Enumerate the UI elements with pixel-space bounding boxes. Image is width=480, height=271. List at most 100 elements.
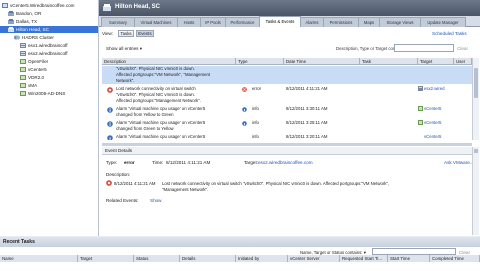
tree-item-dallas[interactable]: Dallas, TX (0, 18, 98, 25)
info-icon (242, 121, 247, 126)
tab-alarms[interactable]: Alarms (300, 17, 324, 27)
row-target-link[interactable]: vCenter5 (424, 120, 441, 126)
row-description-line: changed from Yellow to Green (116, 112, 174, 117)
row-datetime: 8/12/2011 3:20:11 AM (286, 134, 328, 139)
tasks-col-completed-time[interactable]: Completed Time (430, 255, 480, 262)
ask-vmware-link[interactable]: Ask VMware... (444, 160, 474, 165)
object-header: Hilton Head, SC (99, 0, 480, 16)
table-row[interactable]: Alarm 'Virtual machine cpu usage' on vCe… (102, 106, 472, 119)
table-row[interactable]: Alarm 'Virtual machine cpu usage' on vCe… (102, 134, 472, 140)
row-description-line: Affected portgroups:"VM Network", "Manag… (116, 72, 211, 77)
row-target-link[interactable]: vCenter5 (424, 134, 441, 140)
table-row[interactable]: Alarm 'Virtual machine cpu usage' on vCe… (102, 120, 472, 133)
tasks-col-start-time[interactable]: Start Time (388, 255, 430, 262)
col-target[interactable]: Target (418, 58, 454, 65)
vcenter-icon (2, 3, 8, 8)
row-description-line: "vSwitch0". Physical NIC vmnic0 is down. (116, 66, 195, 71)
row-target-link[interactable]: vCenter5 (424, 106, 441, 112)
row-target-link[interactable]: esx2.wired (424, 86, 445, 92)
tasks-col-target[interactable]: Target (78, 255, 134, 262)
info-icon (107, 135, 113, 140)
page-title: Hilton Head, SC (115, 4, 161, 10)
tree-item-win2008[interactable]: Win2008-AD-DNS (0, 90, 98, 97)
tasks-col-status[interactable]: Status (134, 255, 180, 262)
tree-item-esx1[interactable]: esx1.wiredbraincoff (0, 42, 98, 49)
tree-item-hilton-head[interactable]: Hilton Head, SC (0, 26, 98, 33)
type-label: Type: (106, 160, 118, 165)
datacenter-icon (8, 19, 14, 24)
tree-item-label: vMA (28, 83, 38, 88)
tree-item-label: OpenFiler (28, 59, 49, 64)
tasks-col-details[interactable]: Details (180, 255, 236, 262)
tab-performance[interactable]: Performance (225, 17, 260, 27)
tasks-col-vcenter-server[interactable]: vCenter Server (288, 255, 340, 262)
tree-item-vma[interactable]: vMA (0, 82, 98, 89)
tree-item-vdr[interactable]: VDR2.0 (0, 74, 98, 81)
row-description-line: changed from Green to Yellow (116, 126, 174, 131)
tree-item-label: VDR2.0 (28, 75, 45, 80)
tasks-filter-input[interactable] (372, 248, 456, 255)
view-tasks-button[interactable]: Tasks (118, 30, 134, 37)
inventory-panel: vCenter5.Wiredbraincoffee.com Bandon, OR… (0, 0, 99, 236)
tree-item-bandon[interactable]: Bandon, OR (0, 10, 98, 17)
row-description-line: Alarm 'Virtual machine cpu usage' on vCe… (116, 120, 206, 125)
host-icon (20, 43, 26, 48)
description-line: "Management Network". (162, 187, 209, 192)
show-related-link[interactable]: Show (150, 198, 162, 203)
info-icon (107, 121, 113, 127)
vm-icon (418, 120, 423, 125)
tree-item-cluster[interactable]: HADRS Cluster (0, 34, 98, 41)
row-description-line: Alarm 'Virtual machine cpu usage' on vCe… (116, 106, 206, 111)
datacenter-icon (103, 4, 111, 11)
row-type: error (252, 86, 262, 91)
tab-hosts[interactable]: Hosts (177, 17, 201, 27)
view-label: View: (102, 31, 114, 36)
col-user[interactable]: User (454, 58, 472, 65)
details-scrollbar[interactable] (472, 147, 479, 235)
scheduled-tasks-link[interactable]: Scheduled Tasks (432, 31, 467, 36)
tasks-col-initiated-by[interactable]: Initiated by (236, 255, 288, 262)
scroll-up-arrow[interactable] (474, 149, 478, 153)
tab-storage-views[interactable]: Storage Views (379, 17, 421, 27)
show-entries-dropdown[interactable]: Show all entries ▾ (106, 46, 142, 52)
tab-summary[interactable]: Summary (101, 17, 135, 27)
row-datetime: 8/12/2011 3:25:11 AM (286, 120, 328, 125)
col-datetime[interactable]: Date Time (284, 58, 360, 65)
tab-virtual-machines[interactable]: Virtual Machines (134, 17, 178, 27)
type-value: error (124, 160, 135, 165)
table-row[interactable]: Lost network connectivity on virtual swi… (102, 86, 472, 104)
time-value: 8/12/2011 4:11:21 AM (166, 160, 211, 165)
tab-update-manager[interactable]: Update Manager (420, 17, 466, 27)
row-type: info (252, 134, 259, 139)
col-description[interactable]: Description (102, 58, 236, 65)
tree-item-label: vCenter5 (28, 67, 47, 72)
tab-strip: Summary Virtual Machines Hosts IP Pools … (99, 16, 480, 28)
col-task[interactable]: Task (360, 58, 418, 65)
tab-ip-pools[interactable]: IP Pools (200, 17, 226, 27)
tasks-col-requested-start[interactable]: Requested Start Ti... (340, 255, 388, 262)
col-type[interactable]: Type (236, 58, 284, 65)
host-icon (418, 86, 423, 91)
tab-maps[interactable]: Maps (358, 17, 380, 27)
vm-icon (20, 59, 26, 64)
scrollbar-thumb[interactable] (474, 68, 478, 98)
tree-item-esx2[interactable]: esx2.wiredbraincoff (0, 50, 98, 57)
error-icon (107, 87, 113, 93)
target-link[interactable]: esx2.wiredbraincoffee.com (258, 160, 313, 165)
events-table-scrollbar[interactable] (472, 58, 479, 140)
description-date: 8/12/2011 4:11:21 AM (114, 181, 156, 186)
datacenter-icon (8, 27, 14, 32)
vm-icon (418, 106, 423, 111)
tree-item-vcenter5[interactable]: vCenter5 (0, 66, 98, 73)
row-description-line: Lost network connectivity on virtual swi… (116, 86, 196, 91)
view-events-button[interactable]: Events (136, 30, 154, 37)
tasks-col-name[interactable]: Name (0, 255, 78, 262)
splitter[interactable] (102, 143, 472, 146)
events-filter-input[interactable] (394, 44, 454, 52)
clear-filter-button[interactable]: Clear (457, 46, 468, 51)
tree-item-vcenter[interactable]: vCenter5.Wiredbraincoffee.com (0, 2, 98, 9)
table-row[interactable]: "vSwitch0". Physical NIC vmnic0 is down.… (102, 66, 472, 84)
vm-icon (20, 75, 26, 80)
tab-permissions[interactable]: Permissions (323, 17, 359, 27)
tree-item-openfiler[interactable]: OpenFiler (0, 58, 98, 65)
